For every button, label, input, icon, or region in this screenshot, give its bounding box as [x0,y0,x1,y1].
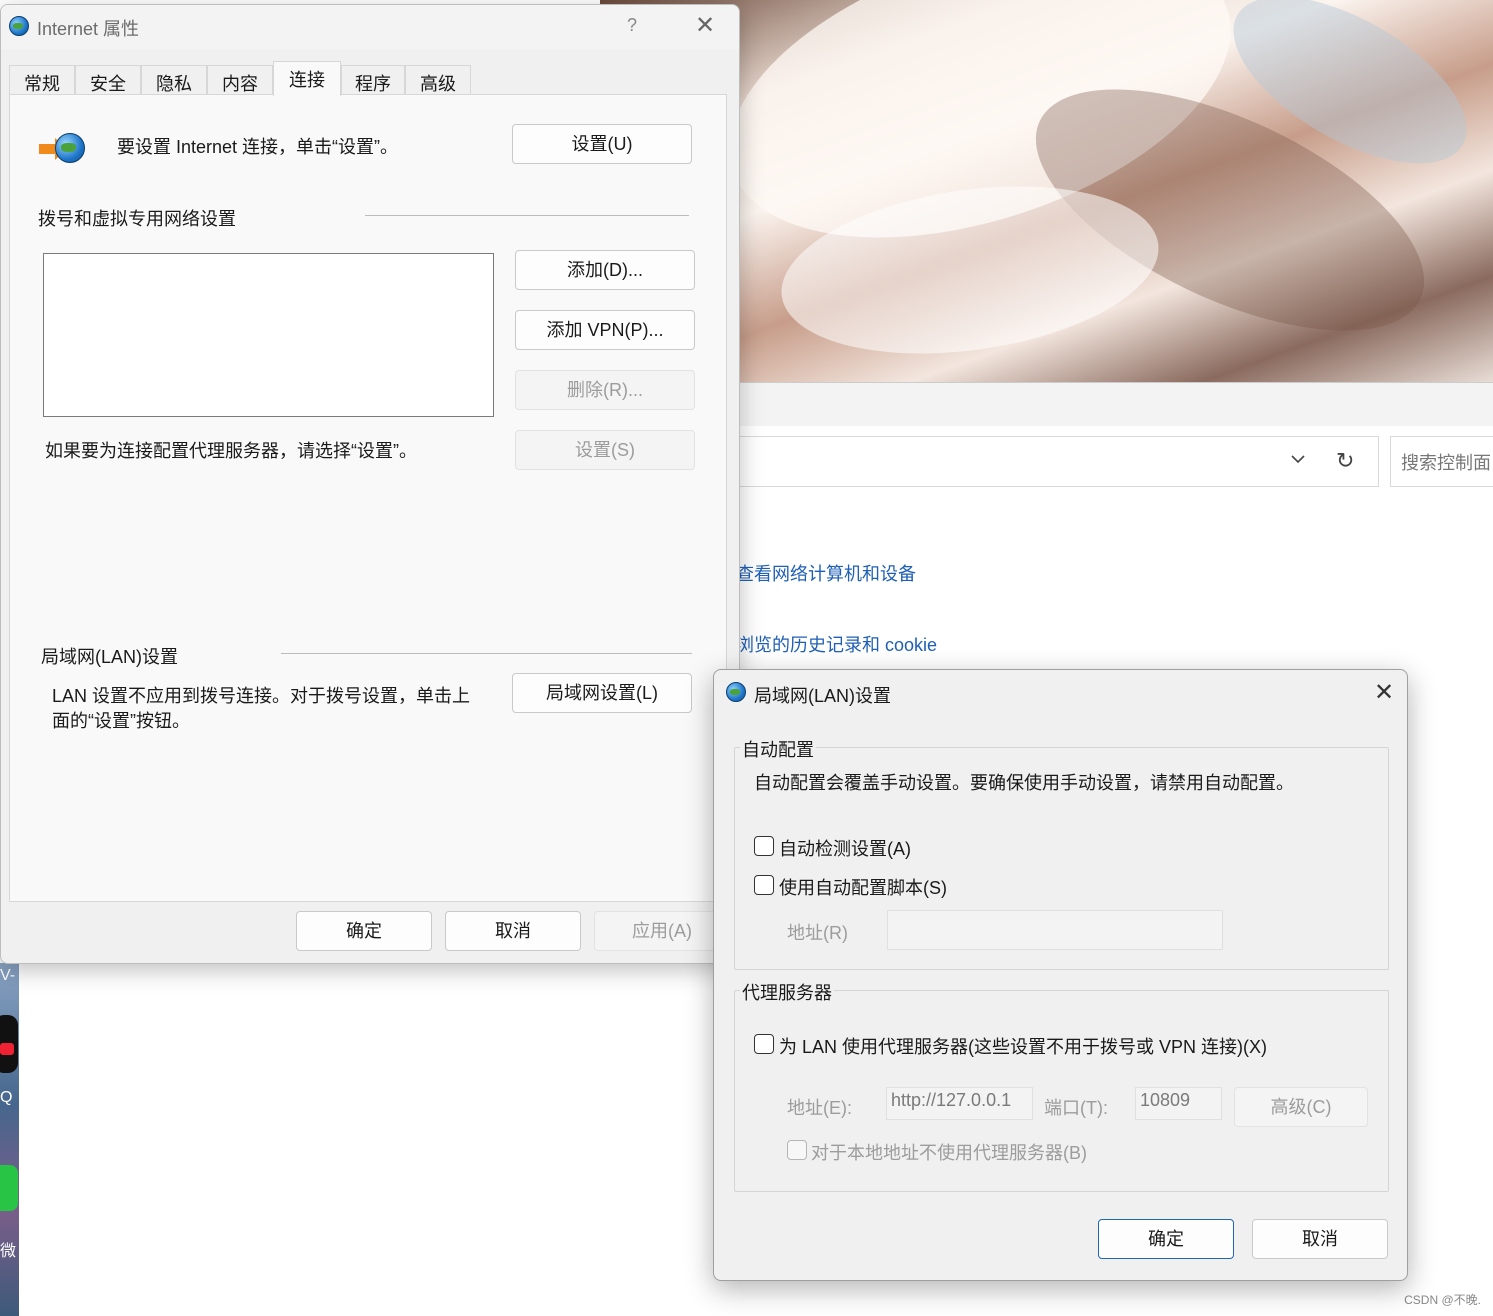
internet-globe-icon [726,682,746,702]
setup-button[interactable]: 设置(U) [512,124,692,164]
dialup-section-label: 拨号和虚拟专用网络设置 [38,209,236,229]
proxy-port-field[interactable]: 10809 [1135,1087,1222,1120]
connection-settings-button[interactable]: 设置(S) [515,430,695,470]
use-proxy-checkbox[interactable] [754,1034,774,1054]
search-input[interactable]: 搜索控制面 [1390,436,1493,487]
close-button[interactable]: ✕ [1370,678,1398,706]
lan-section-label: 局域网(LAN)设置 [41,647,179,667]
divider [365,215,689,216]
auto-detect-label[interactable]: 自动检测设置(A) [779,835,911,861]
add-button[interactable]: 添加(D)... [515,250,695,290]
lan-text-line1: LAN 设置不应用到拨号连接。对于拨号设置，单击上 [52,686,471,706]
apply-button[interactable]: 应用(A) [594,911,730,951]
tab-programs[interactable]: 程序 [341,65,405,95]
script-address-field[interactable] [887,910,1223,950]
auto-detect-checkbox[interactable] [754,836,774,856]
dialog-footer: 确定 取消 应用(A) [1,902,739,963]
cancel-button[interactable]: 取消 [1252,1219,1388,1259]
connection-list[interactable] [43,253,494,417]
ok-button[interactable]: 确定 [1098,1219,1234,1259]
auto-config-group-label: 自动配置 [740,736,816,762]
setup-text: 要设置 Internet 连接，单击“设置”。 [117,137,399,157]
help-button[interactable]: ? [627,15,637,36]
tab-connections[interactable]: 连接 [273,61,341,96]
refresh-icon[interactable]: ↻ [1336,449,1360,474]
use-script-label[interactable]: 使用自动配置脚本(S) [779,874,947,900]
lan-settings-dialog: 局域网(LAN)设置 ✕ 自动配置 自动配置会覆盖手动设置。要确保使用手动设置，… [713,669,1408,1281]
use-proxy-label[interactable]: 为 LAN 使用代理服务器(这些设置不用于拨号或 VPN 连接)(X) [779,1033,1267,1059]
tab-privacy[interactable]: 隐私 [141,65,207,95]
lan-settings-button[interactable]: 局域网设置(L) [512,673,692,713]
bypass-local-checkbox[interactable] [787,1140,807,1160]
internet-properties-window: Internet 属性 ? ✕ 常规 安全 隐私 内容 连接 程序 高级 要设置… [0,4,740,964]
proxy-group-label: 代理服务器 [740,979,834,1005]
internet-globe-icon [9,16,29,36]
divider [281,653,692,654]
proxy-advanced-button[interactable]: 高级(C) [1234,1087,1368,1127]
wechat-icon[interactable] [0,1165,18,1211]
script-address-label: 地址(R) [787,923,848,943]
tab-advanced[interactable]: 高级 [405,65,471,95]
desktop-label: Q [0,1089,13,1106]
proxy-hint-text: 如果要为连接配置代理服务器，请选择“设置”。 [45,441,417,461]
link-view-network-computers[interactable]: 查看网络计算机和设备 [736,560,916,586]
qq-icon[interactable] [0,1015,18,1073]
dialog-title: 局域网(LAN)设置 [754,686,892,706]
control-panel-toolbar [740,382,1493,426]
proxy-port-label: 端口(T): [1044,1098,1108,1118]
cancel-button[interactable]: 取消 [445,911,581,951]
remove-button[interactable]: 删除(R)... [515,370,695,410]
auto-config-description: 自动配置会覆盖手动设置。要确保使用手动设置，请禁用自动配置。 [754,773,1294,793]
chevron-down-icon[interactable] [1290,451,1306,467]
title-bar: Internet 属性 ? ✕ [1,5,739,49]
tab-security[interactable]: 安全 [75,65,141,95]
bypass-local-label[interactable]: 对于本地地址不使用代理服务器(B) [811,1139,1087,1165]
watermark: CSDN @不晚. [1404,1293,1481,1307]
ok-button[interactable]: 确定 [296,911,432,951]
proxy-address-label: 地址(E): [787,1098,852,1118]
lan-text-line2: 面的“设置”按钮。 [52,711,190,731]
proxy-address-field[interactable]: http://127.0.0.1 [886,1087,1033,1120]
close-button[interactable]: ✕ [691,11,719,39]
desktop-label: 微 [0,1243,17,1260]
window-title: Internet 属性 [37,19,140,39]
tab-general[interactable]: 常规 [9,65,75,95]
address-bar[interactable]: ↻ [726,436,1379,487]
desktop-label: V- [0,967,16,984]
use-script-checkbox[interactable] [754,875,774,895]
connection-wizard-icon [39,133,87,165]
link-browsing-history[interactable]: 浏览的历史记录和 cookie [736,631,937,657]
tab-content[interactable]: 内容 [207,65,273,95]
add-vpn-button[interactable]: 添加 VPN(P)... [515,310,695,350]
